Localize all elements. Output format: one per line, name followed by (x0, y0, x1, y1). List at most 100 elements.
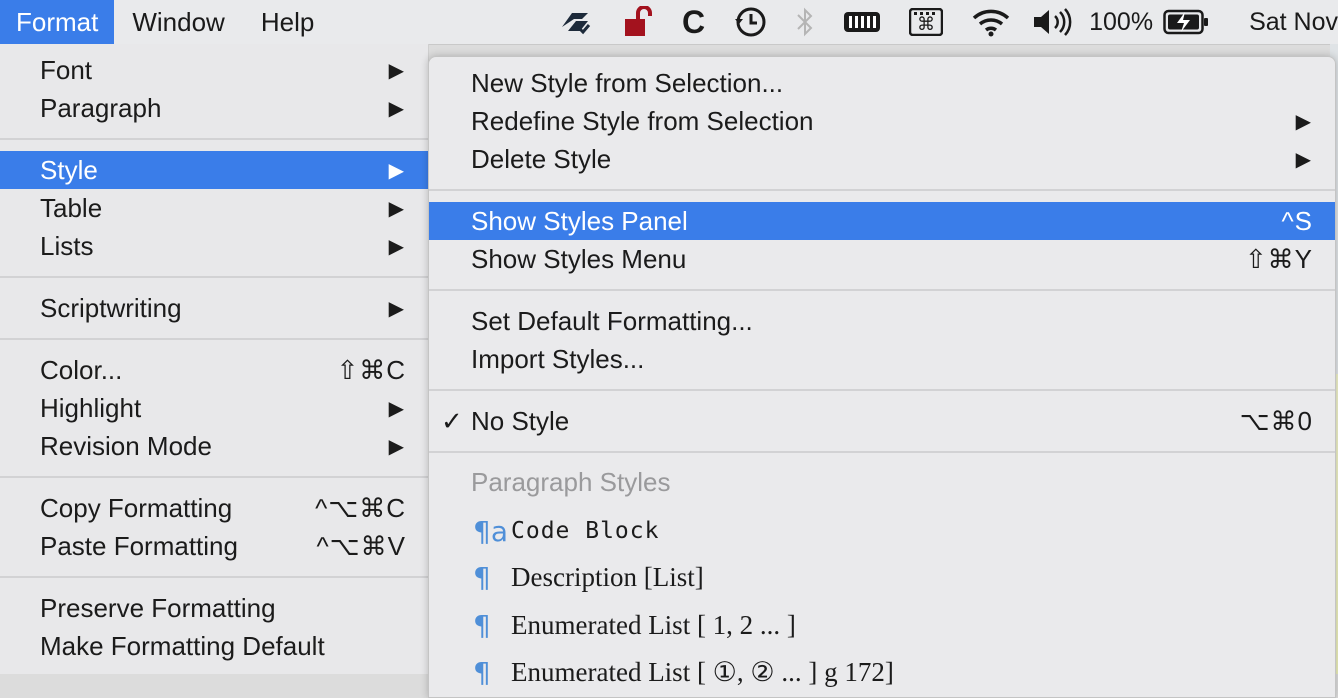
menu-item-label: Paste Formatting (40, 530, 238, 561)
menu-item-label: Make Formatting Default (40, 630, 325, 661)
menu-item-label: Style (40, 154, 98, 185)
menu-item-highlight[interactable]: Highlight ▶ (0, 389, 428, 427)
section-header-paragraph-styles: Paragraph Styles (471, 467, 671, 497)
menu-bar: Format Window Help C ⌘ 100% Sat Nov (0, 0, 1338, 45)
paragraph-style-icon: ¶ (473, 608, 491, 642)
menu-item-lists[interactable]: Lists ▶ (0, 227, 428, 265)
submenu-arrow-icon: ▶ (1295, 110, 1311, 133)
shortcut-label: ^S (1281, 205, 1313, 236)
menu-separator (0, 276, 428, 278)
menu-item-color[interactable]: Color... ⇧⌘C (0, 351, 428, 389)
menu-item-label: Import Styles... (471, 343, 645, 374)
svg-text:⌘: ⌘ (917, 14, 935, 35)
shortcut-label: ^⌥⌘V (316, 530, 406, 561)
time-machine-icon[interactable] (719, 0, 781, 44)
menu-item-revision-mode[interactable]: Revision Mode ▶ (0, 427, 428, 465)
battery-percent: 100% (1089, 7, 1154, 36)
menu-separator (0, 138, 428, 140)
submenu-arrow-icon: ▶ (388, 397, 404, 420)
wifi-icon[interactable] (957, 0, 1025, 44)
paragraph-style-item[interactable]: ¶ Enumerated List [ 1, 2 ... ] (429, 604, 1335, 646)
format-menu: Font ▶ Paragraph ▶ Style ▶ Table ▶ Lists ▶ Sc… (0, 44, 429, 674)
menu-window[interactable]: Window (114, 0, 242, 44)
menu-item-set-default-formatting[interactable]: Set Default Formatting... (429, 302, 1335, 340)
menu-help[interactable]: Help (243, 0, 332, 44)
c-app-icon[interactable]: C (668, 0, 719, 44)
menu-item-label: Highlight (40, 392, 142, 423)
battery-icon[interactable] (1161, 0, 1219, 44)
submenu-arrow-icon: ▶ (388, 159, 404, 182)
menu-item-label: Scriptwriting (40, 292, 182, 323)
menu-item-no-style[interactable]: ✓ No Style ⌥⌘0 (429, 402, 1335, 440)
paragraph-style-icon: ¶ (473, 655, 491, 689)
style-submenu: New Style from Selection... Redefine Sty… (428, 56, 1336, 698)
menu-format[interactable]: Format (0, 0, 115, 44)
memory-icon[interactable] (829, 0, 895, 44)
volume-icon[interactable] (1025, 0, 1081, 44)
menu-item-label: Show Styles Panel (471, 205, 688, 236)
status-area: C ⌘ 100% Sat Nov (544, 0, 1338, 44)
menu-item-scriptwriting[interactable]: Scriptwriting ▶ (0, 289, 428, 327)
menu-item-label: Table (40, 192, 103, 223)
menu-item-show-styles-panel[interactable]: Show Styles Panel ^S (429, 202, 1335, 240)
menu-item-show-styles-menu[interactable]: Show Styles Menu ⇧⌘Y (429, 240, 1335, 278)
bluetooth-icon[interactable] (781, 0, 829, 44)
paragraph-style-name: Code Block (511, 518, 660, 544)
menu-item-label: Set Default Formatting... (471, 305, 753, 336)
menu-item-preserve-formatting[interactable]: Preserve Formatting (0, 589, 428, 627)
paragraph-style-item[interactable]: ¶a Code Block (429, 510, 1335, 552)
menu-item-label: New Style from Selection... (471, 67, 784, 98)
submenu-arrow-icon: ▶ (388, 235, 404, 258)
menu-item-make-formatting-default[interactable]: Make Formatting Default (0, 627, 428, 665)
menu-separator (0, 476, 428, 478)
menu-item-label: Font (40, 54, 93, 85)
menu-item-label: Paragraph (40, 92, 162, 123)
menu-separator (429, 451, 1335, 453)
menu-item-label: Copy Formatting (40, 492, 233, 523)
menu-separator (0, 576, 428, 578)
shortcut-label: ⌥⌘0 (1239, 405, 1313, 436)
submenu-arrow-icon: ▶ (388, 435, 404, 458)
submenu-arrow-icon: ▶ (388, 59, 404, 82)
menu-separator (429, 289, 1335, 291)
date-time[interactable]: Sat Nov (1219, 8, 1338, 37)
menu-item-style[interactable]: Style ▶ (0, 151, 428, 189)
paragraph-style-name: Description [List] (511, 561, 704, 592)
paragraph-style-item[interactable]: ¶ Enumerated List [ ①, ② ... ] g 172] (429, 651, 1335, 693)
submenu-arrow-icon: ▶ (388, 197, 404, 220)
menu-item-copy-formatting[interactable]: Copy Formatting ^⌥⌘C (0, 489, 428, 527)
menu-item-label: Color... (40, 354, 123, 385)
shortcut-label: ⇧⌘C (336, 354, 406, 385)
menu-item-import-styles[interactable]: Import Styles... (429, 340, 1335, 378)
menu-separator (0, 338, 428, 340)
sync-icon[interactable] (544, 0, 608, 44)
shortcut-label: ^⌥⌘C (315, 492, 406, 523)
submenu-arrow-icon: ▶ (388, 297, 404, 320)
menu-item-label: Lists (40, 230, 94, 261)
menu-item-label: Show Styles Menu (471, 243, 687, 274)
menu-item-font[interactable]: Font ▶ (0, 51, 428, 89)
lock-icon[interactable] (608, 0, 668, 44)
paragraph-style-name: Enumerated List [ ①, ② ... ] g 172] (511, 656, 894, 687)
menu-item-table[interactable]: Table ▶ (0, 189, 428, 227)
checkmark-icon: ✓ (441, 405, 463, 436)
menu-separator (429, 189, 1335, 191)
paragraph-style-name: Enumerated List [ 1, 2 ... ] (511, 609, 796, 640)
submenu-arrow-icon: ▶ (388, 97, 404, 120)
menu-item-redefine-style[interactable]: Redefine Style from Selection ▶ (429, 102, 1335, 140)
menu-item-paragraph[interactable]: Paragraph ▶ (0, 89, 428, 127)
menu-item-label: Preserve Formatting (40, 592, 276, 623)
paragraph-style-icon: ¶a (473, 514, 508, 548)
menu-item-label: Redefine Style from Selection (471, 105, 814, 136)
paragraph-style-item[interactable]: ¶ Description [List] (429, 556, 1335, 598)
menu-item-delete-style[interactable]: Delete Style ▶ (429, 140, 1335, 178)
menu-item-new-style[interactable]: New Style from Selection... (429, 64, 1335, 102)
menu-item-label: No Style (471, 405, 570, 436)
menu-item-label: Revision Mode (40, 430, 212, 461)
menu-separator (429, 389, 1335, 391)
paragraph-style-icon: ¶ (473, 560, 491, 594)
keyboard-command-icon[interactable]: ⌘ (895, 0, 957, 44)
menu-item-label: Delete Style (471, 143, 612, 174)
shortcut-label: ⇧⌘Y (1244, 243, 1313, 274)
menu-item-paste-formatting[interactable]: Paste Formatting ^⌥⌘V (0, 527, 428, 565)
